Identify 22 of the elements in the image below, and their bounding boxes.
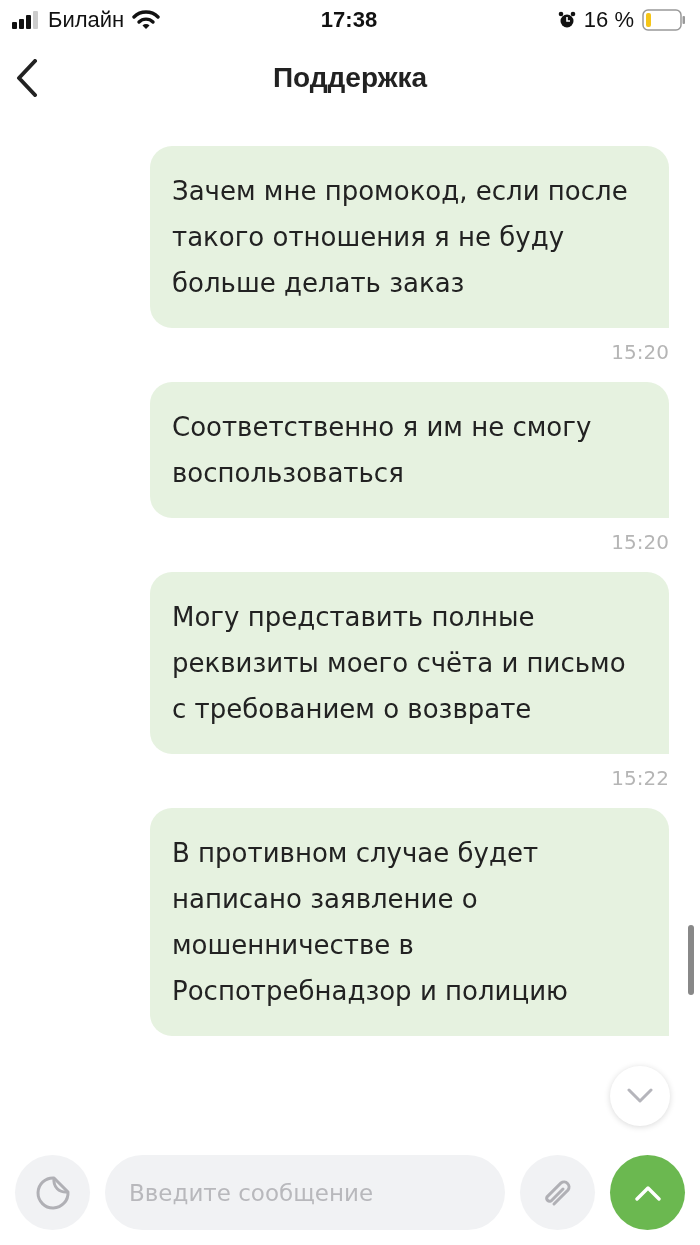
wifi-icon bbox=[132, 10, 161, 30]
carrier-name: Билайн bbox=[48, 7, 125, 33]
chevron-up-icon bbox=[634, 1184, 661, 1201]
chevron-down-icon bbox=[627, 1088, 653, 1104]
screen-title: Поддержка bbox=[272, 62, 428, 94]
battery-icon bbox=[642, 9, 686, 31]
message-bubble: Соответственно я им не смогу воспользоваться bbox=[150, 382, 669, 518]
message-bubble: В противном случае будет написано заявление о мошенничестве в Роспотребнадзор и полицию bbox=[150, 808, 669, 1036]
message-time: 15:20 bbox=[611, 530, 669, 554]
message-time: 15:22 bbox=[611, 766, 669, 790]
message-time: 15:20 bbox=[611, 340, 669, 364]
back-icon[interactable] bbox=[16, 59, 38, 97]
message-bubble: Зачем мне промокод, если после такого отношения я не буду больше делать заказ bbox=[150, 146, 669, 328]
sticker-icon bbox=[34, 1174, 71, 1211]
signal-icon bbox=[12, 11, 40, 29]
message-input[interactable]: Введите сообщение bbox=[105, 1155, 505, 1230]
message-bubble: Могу представить полные реквизиты моего счёта и письмо с требованием о возврате bbox=[150, 572, 669, 754]
scroll-down-button[interactable] bbox=[610, 1066, 670, 1126]
alarm-icon bbox=[557, 11, 576, 29]
clock-time: 17:38 bbox=[320, 7, 378, 33]
battery-percent: 16 % bbox=[583, 7, 634, 33]
scroll-indicator bbox=[688, 925, 694, 995]
